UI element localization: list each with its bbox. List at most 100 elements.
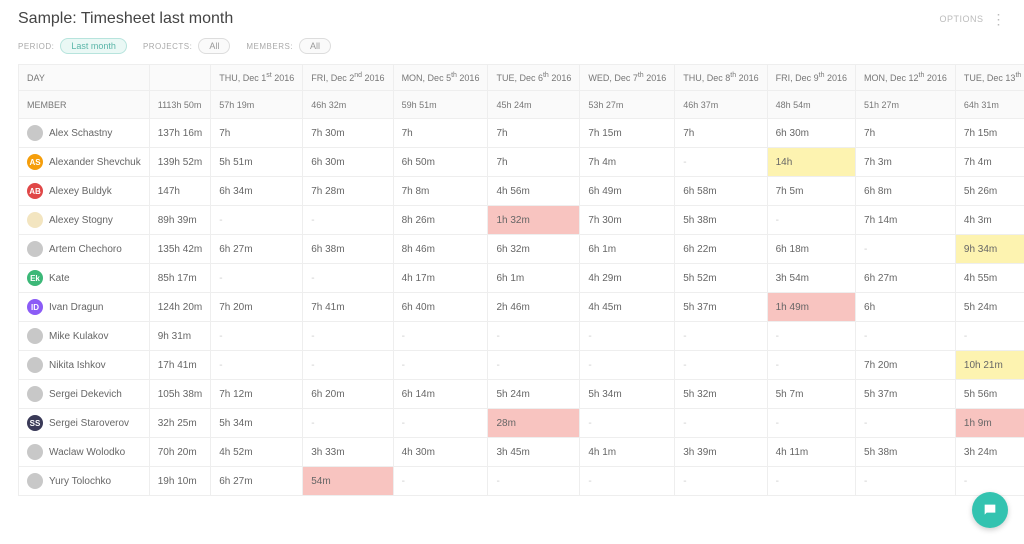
time-cell[interactable]: 6h 58m [675,177,767,206]
table-row[interactable]: IDIvan Dragun124h 20m7h 20m7h 41m6h 40m2… [19,293,1024,322]
time-cell[interactable]: 5h 7m [767,380,855,409]
time-cell[interactable]: 10h 21m [955,351,1024,380]
time-cell[interactable]: 6h 34m [211,177,303,206]
time-cell[interactable]: 5h 24m [955,293,1024,322]
time-cell[interactable]: 6h 1m [488,264,580,293]
day-header[interactable]: FRI, Dec 9th 2016 [767,65,855,91]
time-cell[interactable]: 7h 12m [211,380,303,409]
day-header[interactable]: WED, Dec 7th 2016 [580,65,675,91]
time-cell[interactable]: 28m [488,409,580,438]
time-cell[interactable]: 7h 4m [955,148,1024,177]
table-row[interactable]: SSSergei Staroverov32h 25m5h 34m--28m---… [19,409,1024,438]
time-cell[interactable]: 7h 15m [580,119,675,148]
time-cell[interactable]: 6h 32m [488,235,580,264]
filter-pill[interactable]: All [198,38,230,54]
time-cell[interactable]: 54m [303,467,393,496]
time-cell[interactable]: - [211,264,303,293]
time-cell[interactable]: 7h [488,148,580,177]
time-cell[interactable]: - [767,467,855,496]
table-row[interactable]: ABAlexey Buldyk147h6h 34m7h 28m7h 8m4h 5… [19,177,1024,206]
time-cell[interactable]: - [303,351,393,380]
time-cell[interactable]: - [955,322,1024,351]
time-cell[interactable]: - [675,148,767,177]
time-cell[interactable]: 9h 34m [955,235,1024,264]
member-cell[interactable]: Waclaw Wolodko [19,438,150,467]
time-cell[interactable]: - [580,467,675,496]
time-cell[interactable]: 3h 24m [955,438,1024,467]
time-cell[interactable]: - [856,409,956,438]
time-cell[interactable]: - [580,409,675,438]
time-cell[interactable]: 6h 30m [303,148,393,177]
time-cell[interactable]: 7h [675,119,767,148]
time-cell[interactable]: 5h 52m [675,264,767,293]
time-cell[interactable]: 4h 30m [393,438,488,467]
time-cell[interactable]: 1h 49m [767,293,855,322]
table-row[interactable]: Mike Kulakov9h 31m---------4h [19,322,1024,351]
time-cell[interactable]: 5h 37m [675,293,767,322]
time-cell[interactable]: 6h 8m [856,177,956,206]
day-header[interactable]: FRI, Dec 2nd 2016 [303,65,393,91]
time-cell[interactable]: 7h 20m [211,293,303,322]
member-cell[interactable]: Sergei Dekevich [19,380,150,409]
time-cell[interactable]: - [856,235,956,264]
time-cell[interactable]: 6h 49m [580,177,675,206]
time-cell[interactable]: 8h 26m [393,206,488,235]
time-cell[interactable]: 6h 38m [303,235,393,264]
time-cell[interactable]: 7h 15m [955,119,1024,148]
time-cell[interactable]: 5h 37m [856,380,956,409]
time-cell[interactable]: 4h 3m [955,206,1024,235]
time-cell[interactable]: 4h 55m [955,264,1024,293]
time-cell[interactable]: 7h [393,119,488,148]
time-cell[interactable]: 4h 56m [488,177,580,206]
time-cell[interactable]: 3h 54m [767,264,855,293]
time-cell[interactable]: 5h 56m [955,380,1024,409]
time-cell[interactable]: - [488,322,580,351]
time-cell[interactable]: 3h 45m [488,438,580,467]
table-row[interactable]: Sergei Dekevich105h 38m7h 12m6h 20m6h 14… [19,380,1024,409]
time-cell[interactable]: 6h 18m [767,235,855,264]
day-header[interactable]: THU, Dec 8th 2016 [675,65,767,91]
time-cell[interactable]: 1h 9m [955,409,1024,438]
time-cell[interactable]: - [767,206,855,235]
day-header[interactable]: MON, Dec 5th 2016 [393,65,488,91]
time-cell[interactable]: - [767,409,855,438]
time-cell[interactable]: 7h 30m [580,206,675,235]
time-cell[interactable]: 7h 4m [580,148,675,177]
time-cell[interactable]: 6h 27m [211,235,303,264]
time-cell[interactable]: 6h 50m [393,148,488,177]
time-cell[interactable]: 6h 1m [580,235,675,264]
time-cell[interactable]: 3h 33m [303,438,393,467]
table-row[interactable]: ASAlexander Shevchuk139h 52m5h 51m6h 30m… [19,148,1024,177]
time-cell[interactable]: 7h [856,119,956,148]
time-cell[interactable]: 6h 22m [675,235,767,264]
time-cell[interactable]: - [303,206,393,235]
time-cell[interactable]: 5h 34m [211,409,303,438]
time-cell[interactable]: - [856,467,956,496]
time-cell[interactable]: - [580,351,675,380]
time-cell[interactable]: 5h 38m [856,438,956,467]
time-cell[interactable]: - [675,409,767,438]
time-cell[interactable]: 7h 28m [303,177,393,206]
time-cell[interactable]: 4h 11m [767,438,855,467]
table-row[interactable]: EkKate85h 17m--4h 17m6h 1m4h 29m5h 52m3h… [19,264,1024,293]
chat-button[interactable] [972,492,1008,528]
table-row[interactable]: Artem Chechoro135h 42m6h 27m6h 38m8h 46m… [19,235,1024,264]
time-cell[interactable]: 7h 20m [856,351,956,380]
time-cell[interactable]: - [393,409,488,438]
member-cell[interactable]: Yury Tolochko [19,467,150,496]
time-cell[interactable]: 5h 51m [211,148,303,177]
table-row[interactable]: Waclaw Wolodko70h 20m4h 52m3h 33m4h 30m3… [19,438,1024,467]
member-cell[interactable]: Alex Schastny [19,119,150,148]
time-cell[interactable]: 7h 41m [303,293,393,322]
member-cell[interactable]: SSSergei Staroverov [19,409,150,438]
time-cell[interactable]: - [211,351,303,380]
time-cell[interactable]: 6h 20m [303,380,393,409]
time-cell[interactable]: 14h [767,148,855,177]
table-row[interactable]: Yury Tolochko19h 10m6h 27m54m-------- [19,467,1024,496]
time-cell[interactable]: 5h 34m [580,380,675,409]
time-cell[interactable]: 4h 17m [393,264,488,293]
time-cell[interactable]: 7h 14m [856,206,956,235]
time-cell[interactable]: - [393,351,488,380]
day-header[interactable]: THU, Dec 1st 2016 [211,65,303,91]
time-cell[interactable]: - [488,467,580,496]
